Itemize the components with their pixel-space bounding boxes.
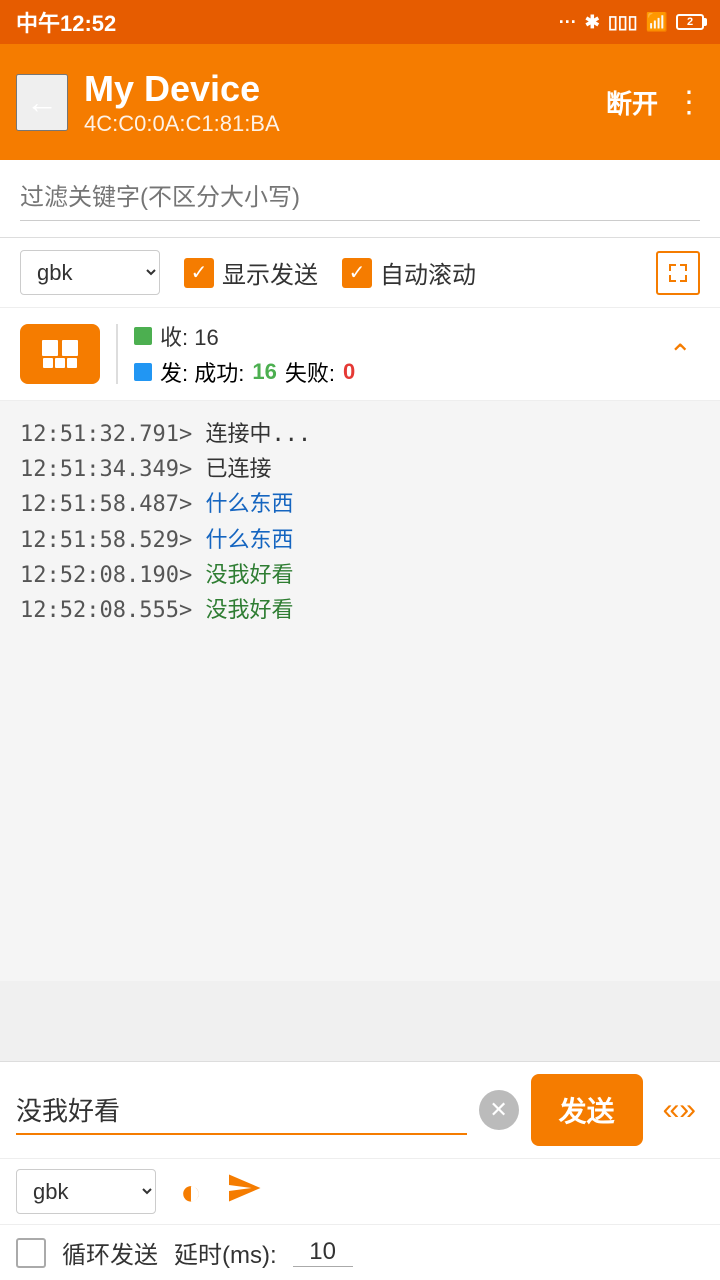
log-line: 12:51:32.791> 连接中...	[20, 417, 700, 452]
pause-clear-button[interactable]	[20, 324, 100, 384]
log-line: 12:51:58.529> 什么东西	[20, 523, 700, 558]
send-success-num: 16	[252, 359, 276, 385]
bottom-controls-row: gbk utf-8 ascii ◐	[0, 1159, 720, 1225]
pause-bar-right	[62, 340, 78, 356]
message-input[interactable]	[16, 1086, 467, 1135]
delay-label: 延时(ms):	[174, 1235, 277, 1270]
app-bar: ← My Device 4C:C0:0A:C1:81:BA 断开 ⋮	[0, 44, 720, 160]
auto-scroll-label: ✓ 自动滚动	[342, 255, 476, 290]
recv-indicator	[134, 327, 152, 345]
pause-icon-group	[42, 340, 78, 356]
filter-input[interactable]	[20, 176, 700, 221]
status-bar: 中午12:52 ··· ✱ ▯▯▯ 📶 2	[0, 0, 720, 44]
device-address: 4C:C0:0A:C1:81:BA	[84, 111, 590, 137]
loop-send-label: 循环发送	[62, 1235, 158, 1270]
show-send-checkbox[interactable]: ✓	[184, 258, 214, 288]
log-line: 12:52:08.555> 没我好看	[20, 593, 700, 628]
send-direction-icon[interactable]	[226, 1170, 262, 1214]
page-title: My Device	[84, 67, 590, 110]
auto-scroll-checkbox[interactable]: ✓	[342, 258, 372, 288]
send-fail-num: 0	[343, 359, 355, 385]
stats-divider	[116, 324, 118, 384]
log-area: 12:51:32.791> 连接中... 12:51:34.349> 已连接 1…	[0, 401, 720, 981]
clear-dot-1	[43, 358, 53, 368]
battery-icon: 2	[676, 14, 704, 30]
more-options-button[interactable]: ⋮	[674, 85, 704, 120]
loop-send-checkbox[interactable]	[16, 1238, 46, 1268]
disconnect-button[interactable]: 断开	[606, 84, 658, 121]
stats-row: 收: 16 发: 成功: 16 失败: 0 ⌃	[0, 308, 720, 401]
clear-dot-2	[55, 358, 65, 368]
cellular-icon: ▯▯▯	[608, 12, 638, 33]
send-row: ✕ 发送 «»	[0, 1062, 720, 1159]
show-send-label: ✓ 显示发送	[184, 255, 318, 290]
bottom-area: ✕ 发送 «» gbk utf-8 ascii ◐ 循环发送 延时(ms):	[0, 1061, 720, 1280]
collapse-button[interactable]: ⌃	[661, 330, 700, 379]
clear-dot-3	[67, 358, 77, 368]
back-button[interactable]: ←	[16, 74, 68, 131]
send-stat: 发: 成功: 16 失败: 0	[134, 356, 645, 388]
send-indicator	[134, 363, 152, 381]
recv-stat: 收: 16	[134, 320, 645, 352]
expand-history-button[interactable]: «»	[655, 1085, 704, 1135]
bottom-encoding-select[interactable]: gbk utf-8 ascii	[16, 1169, 156, 1214]
delay-input[interactable]	[293, 1238, 353, 1267]
expand-icon[interactable]	[656, 251, 700, 295]
filter-section	[0, 160, 720, 238]
controls-bar: gbk utf-8 ascii ✓ 显示发送 ✓ 自动滚动	[0, 238, 720, 308]
loop-row: 循环发送 延时(ms):	[0, 1225, 720, 1280]
history-icon[interactable]: ◐	[180, 1171, 202, 1213]
send-button[interactable]: 发送	[531, 1074, 643, 1146]
stats-content: 收: 16 发: 成功: 16 失败: 0	[134, 320, 645, 388]
status-icons: ··· ✱ ▯▯▯ 📶 2	[559, 12, 704, 33]
encoding-select[interactable]: gbk utf-8 ascii	[20, 250, 160, 295]
app-bar-title-section: My Device 4C:C0:0A:C1:81:BA	[84, 67, 590, 136]
app-bar-actions: 断开 ⋮	[606, 84, 704, 121]
clear-input-button[interactable]: ✕	[479, 1090, 519, 1130]
bluetooth-icon: ✱	[585, 12, 600, 33]
wifi-icon: 📶	[646, 12, 668, 33]
status-time: 中午12:52	[16, 6, 116, 38]
log-line: 12:52:08.190> 没我好看	[20, 558, 700, 593]
pause-bar-left	[42, 340, 58, 356]
clear-icon-group	[43, 358, 77, 368]
log-line: 12:51:58.487> 什么东西	[20, 487, 700, 522]
log-line: 12:51:34.349> 已连接	[20, 452, 700, 487]
signal-dots-icon: ···	[559, 12, 577, 33]
